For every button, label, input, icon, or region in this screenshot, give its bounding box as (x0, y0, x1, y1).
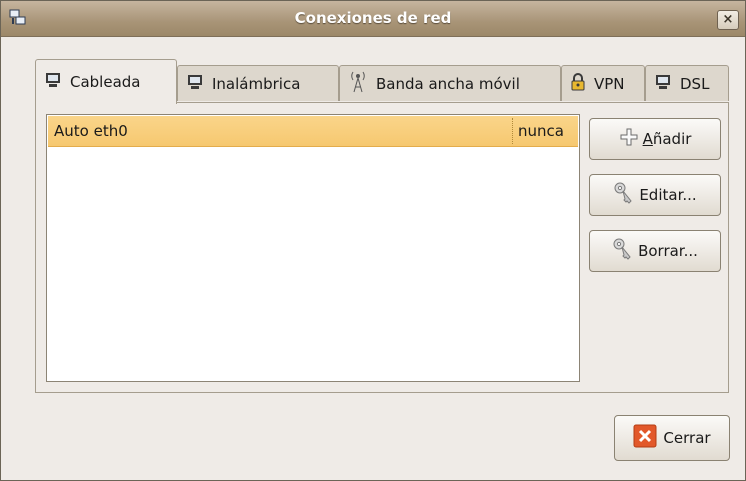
window-close-button[interactable]: × (717, 10, 739, 30)
add-label: Añadir (642, 130, 692, 148)
mobile-antenna-icon (348, 70, 368, 98)
close-x-icon (633, 424, 657, 452)
window-title: Conexiones de red (294, 9, 452, 27)
tab-label: DSL (680, 74, 710, 93)
tab-vpn[interactable]: VPN (561, 65, 645, 101)
wireless-card-icon (186, 73, 204, 95)
tab-label: Banda ancha móvil (376, 74, 520, 93)
tab-inalambrica[interactable]: Inalámbrica (177, 65, 339, 101)
wired-icon (44, 71, 62, 93)
delete-button[interactable]: Borrar... (589, 230, 721, 272)
column-separator (512, 118, 513, 144)
tab-strip: Cableada Inalámbrica Banda ancha móvil V… (35, 59, 729, 104)
tab-cableada[interactable]: Cableada (35, 59, 177, 104)
plus-icon (619, 127, 639, 151)
dsl-icon (654, 73, 672, 95)
tab-label: Inalámbrica (212, 74, 301, 93)
tab-label: Cableada (70, 73, 141, 91)
tab-label: VPN (594, 74, 625, 93)
delete-label: Borrar... (638, 242, 698, 260)
keys-icon (613, 181, 635, 209)
network-connections-window: Conexiones de red × Cableada Inalámbrica (0, 0, 746, 481)
close-label: Cerrar (663, 429, 711, 447)
title-bar[interactable]: Conexiones de red × (1, 1, 745, 37)
tab-dsl[interactable]: DSL (645, 65, 729, 101)
tab-banda-ancha-movil[interactable]: Banda ancha móvil (339, 65, 561, 101)
connection-type-notebook: Cableada Inalámbrica Banda ancha móvil V… (35, 59, 729, 393)
tab-page-cableada: Auto eth0 nunca Añadir Editar... Borrar.… (35, 102, 729, 393)
add-button[interactable]: Añadir (589, 118, 721, 160)
edit-label: Editar... (639, 186, 697, 204)
connection-row[interactable]: Auto eth0 nunca (48, 116, 578, 147)
keys-icon (612, 237, 634, 265)
close-button[interactable]: Cerrar (614, 415, 730, 461)
connection-last-used: nunca (518, 122, 564, 140)
lock-icon (570, 72, 586, 95)
connection-name: Auto eth0 (54, 122, 128, 140)
connection-list[interactable]: Auto eth0 nunca (46, 114, 580, 382)
edit-button[interactable]: Editar... (589, 174, 721, 216)
